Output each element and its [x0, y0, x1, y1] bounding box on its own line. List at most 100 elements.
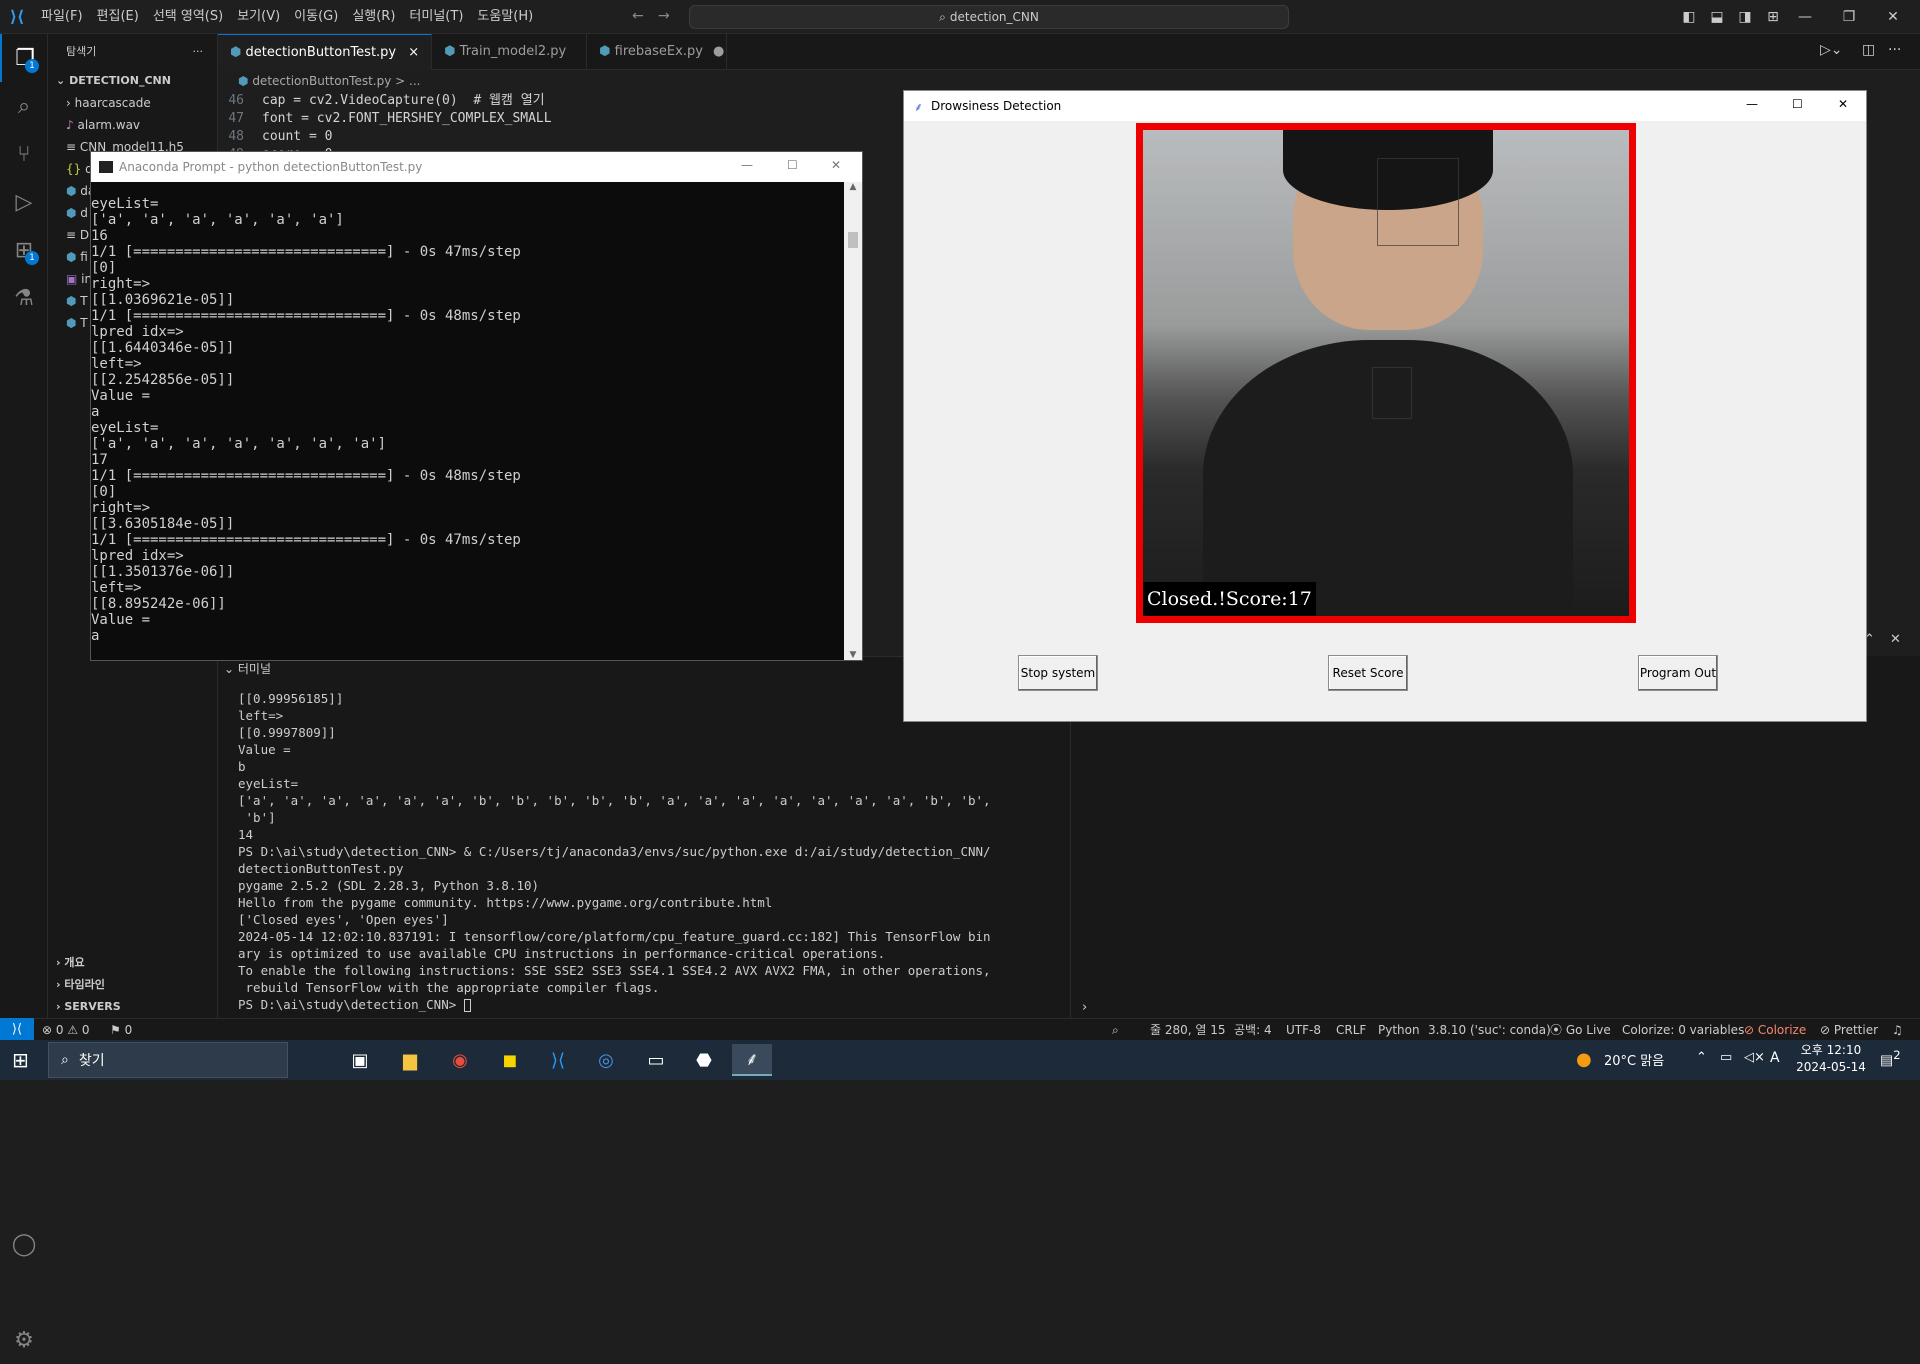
file-tree-label: d	[80, 206, 88, 220]
ports-status[interactable]: ⚑ 0	[110, 1019, 132, 1041]
volume-icon[interactable]: ◁×	[1744, 1050, 1765, 1065]
code-line[interactable]: 48 count = 0	[218, 128, 918, 146]
go-live-button[interactable]: ⦿ Go Live	[1550, 1019, 1611, 1041]
menu-item-4[interactable]: 이동(G)	[287, 0, 345, 34]
extensions-icon[interactable]: ⊞ 1	[0, 226, 48, 274]
weather-text[interactable]: 20°C 맑음	[1604, 1050, 1664, 1069]
menu-item-7[interactable]: 도움말(H)	[470, 0, 540, 34]
forward-arrow-icon[interactable]: →	[658, 8, 670, 24]
menu-item-0[interactable]: 파일(F)	[34, 0, 90, 34]
program-out-button[interactable]: Program Out	[1638, 655, 1718, 691]
timeline-section[interactable]: › 타임라인	[48, 974, 218, 996]
console-line: a	[91, 404, 100, 420]
anaconda-navigator-icon[interactable]: ◎	[586, 1044, 626, 1076]
code-text: font = cv2.FONT_HERSHEY_COMPLEX_SMALL	[262, 111, 552, 126]
menu-item-3[interactable]: 보기(V)	[230, 0, 287, 34]
file-explorer-icon[interactable]: ▆	[390, 1044, 430, 1076]
split-editor-icon[interactable]: ◫	[1862, 42, 1875, 58]
colorize-variables-status[interactable]: Colorize: 0 variables	[1622, 1019, 1744, 1041]
console-scrollbar[interactable]: ▲ ▼	[844, 182, 862, 660]
scroll-down-icon[interactable]: ▼	[844, 650, 862, 660]
servers-section[interactable]: › SERVERS	[48, 996, 218, 1018]
search-icon: ⌕	[61, 1052, 69, 1068]
run-debug-icon[interactable]: ▷	[0, 178, 48, 226]
encoding-status[interactable]: UTF-8	[1286, 1019, 1321, 1041]
chevron-right-icon[interactable]: ›	[1082, 1000, 1087, 1015]
reset-score-button[interactable]: Reset Score	[1328, 655, 1408, 691]
problems-status[interactable]: ⊗ 0 ⚠ 0	[42, 1019, 90, 1041]
double-check-icon: ⊘	[1820, 1023, 1834, 1037]
task-view-icon[interactable]: ▣	[340, 1044, 380, 1076]
scroll-thumb[interactable]	[848, 232, 858, 248]
scroll-up-icon[interactable]: ▲	[844, 182, 862, 192]
ime-indicator[interactable]: A	[1770, 1050, 1780, 1066]
kakaotalk-icon[interactable]: ◼	[490, 1044, 530, 1076]
terminal-taskbar-icon[interactable]: ▭	[636, 1044, 676, 1076]
restore-button[interactable]: ❐	[1830, 0, 1868, 34]
account-icon[interactable]: ◯	[0, 1220, 48, 1268]
language-mode[interactable]: Python	[1378, 1019, 1420, 1041]
editor-more-icon[interactable]: ···	[1888, 42, 1901, 58]
menu-item-6[interactable]: 터미널(T)	[402, 0, 470, 34]
taskbar-search[interactable]: ⌕ 찾기	[48, 1042, 288, 1078]
outline-section[interactable]: › 개요	[48, 952, 218, 974]
chrome-icon[interactable]: ◉	[440, 1044, 480, 1076]
console-line: ['a', 'a', 'a', 'a', 'a', 'a', 'a']	[91, 436, 387, 452]
command-center-search[interactable]: ⌕ detection_CNN	[689, 5, 1289, 29]
terminal-header[interactable]: ⌄ 터미널	[218, 660, 518, 680]
code-editor[interactable]: 46 cap = cv2.VideoCapture(0) # 웹캠 열기 47 fon…	[218, 92, 918, 162]
file-tree-label: D	[79, 228, 90, 242]
zoom-icon[interactable]: ⌕	[1112, 1019, 1119, 1041]
close-button[interactable]: ✕	[1874, 0, 1912, 34]
minimize-button[interactable]: —	[741, 158, 753, 172]
close-panel-icon[interactable]: ✕	[1890, 632, 1901, 647]
explorer-icon[interactable]: ❐ 1	[0, 34, 48, 82]
cursor-position[interactable]: 줄 280, 열 15	[1150, 1019, 1226, 1041]
terminal-output[interactable]: [[0.99956185]] left=> [[0.9997809]] Value =…	[238, 690, 1068, 1016]
tab-firebase-ex[interactable]: ⬢ firebaseEx.py ●	[587, 34, 728, 70]
eol-status[interactable]: CRLF	[1336, 1019, 1366, 1041]
file-tree-item[interactable]: ♪ alarm.wav	[48, 114, 217, 136]
clock[interactable]: 오후 12:10 2024-05-14	[1796, 1042, 1866, 1076]
windows-start-icon[interactable]: ⊞	[12, 1048, 29, 1072]
python-taskbar-icon[interactable]: ⬣	[684, 1044, 724, 1076]
tab-detection-button-test[interactable]: ⬢ detectionButtonTest.py ×	[218, 34, 433, 70]
testing-icon[interactable]: ⚗	[0, 274, 48, 322]
menu-item-5[interactable]: 실행(R)	[345, 0, 402, 34]
vscode-taskbar-icon[interactable]: ⟩⟨	[538, 1044, 578, 1076]
tray-chevron-icon[interactable]: ⌃	[1696, 1050, 1707, 1065]
remote-indicator-icon[interactable]: ⟩⟨	[0, 1018, 34, 1040]
maximize-button[interactable]: ☐	[787, 158, 798, 172]
prettier-button[interactable]: ⊘ Prettier	[1820, 1019, 1878, 1041]
tk-feather-taskbar-icon[interactable]: ⸙	[732, 1044, 772, 1076]
settings-gear-icon[interactable]: ⚙	[0, 1316, 48, 1364]
code-line[interactable]: 47 font = cv2.FONT_HERSHEY_COMPLEX_SMALL	[218, 110, 918, 128]
menu-item-1[interactable]: 편집(E)	[90, 0, 146, 34]
minimize-button[interactable]: —	[1746, 97, 1758, 111]
tab-train-model2[interactable]: ⬢ Train_model2.py	[432, 34, 588, 70]
close-button[interactable]: ✕	[1838, 97, 1848, 111]
interpreter-status[interactable]: 3.8.10 ('suc': conda)	[1428, 1019, 1551, 1041]
minimize-button[interactable]: —	[1786, 0, 1824, 34]
close-tab-icon[interactable]: ×	[408, 45, 419, 60]
line-number: 47	[228, 111, 244, 126]
back-arrow-icon[interactable]: ←	[632, 8, 644, 24]
search-icon[interactable]: ⌕	[0, 82, 48, 130]
maximize-button[interactable]: ☐	[1792, 97, 1803, 111]
breadcrumb[interactable]: ⬢ detectionButtonTest.py > ...	[218, 70, 918, 92]
file-tree-item[interactable]: › haarcascade	[48, 92, 217, 114]
run-python-icon[interactable]: ▷⌄	[1820, 42, 1843, 58]
menu-item-2[interactable]: 선택 영역(S)	[146, 0, 230, 34]
notifications-bell-icon[interactable]: ♫	[1892, 1019, 1903, 1041]
source-control-icon[interactable]: ⑂	[0, 130, 48, 178]
close-button[interactable]: ✕	[831, 158, 841, 172]
indent-status[interactable]: 공백: 4	[1234, 1019, 1272, 1041]
stop-system-button[interactable]: Stop system	[1018, 655, 1098, 691]
anaconda-console-output[interactable]: eyeList= ['a', 'a', 'a', 'a', 'a', 'a'] 16…	[91, 196, 836, 656]
more-actions-icon[interactable]: ···	[193, 34, 204, 70]
workspace-root[interactable]: ⌄ DETECTION_CNN	[48, 70, 217, 92]
code-line[interactable]: 46 cap = cv2.VideoCapture(0) # 웹캠 열기	[218, 92, 918, 110]
notification-center-icon[interactable]: ▤2	[1880, 1048, 1901, 1069]
colorize-button[interactable]: ⊘ Colorize	[1744, 1019, 1806, 1041]
network-icon[interactable]: ▭	[1720, 1050, 1732, 1065]
